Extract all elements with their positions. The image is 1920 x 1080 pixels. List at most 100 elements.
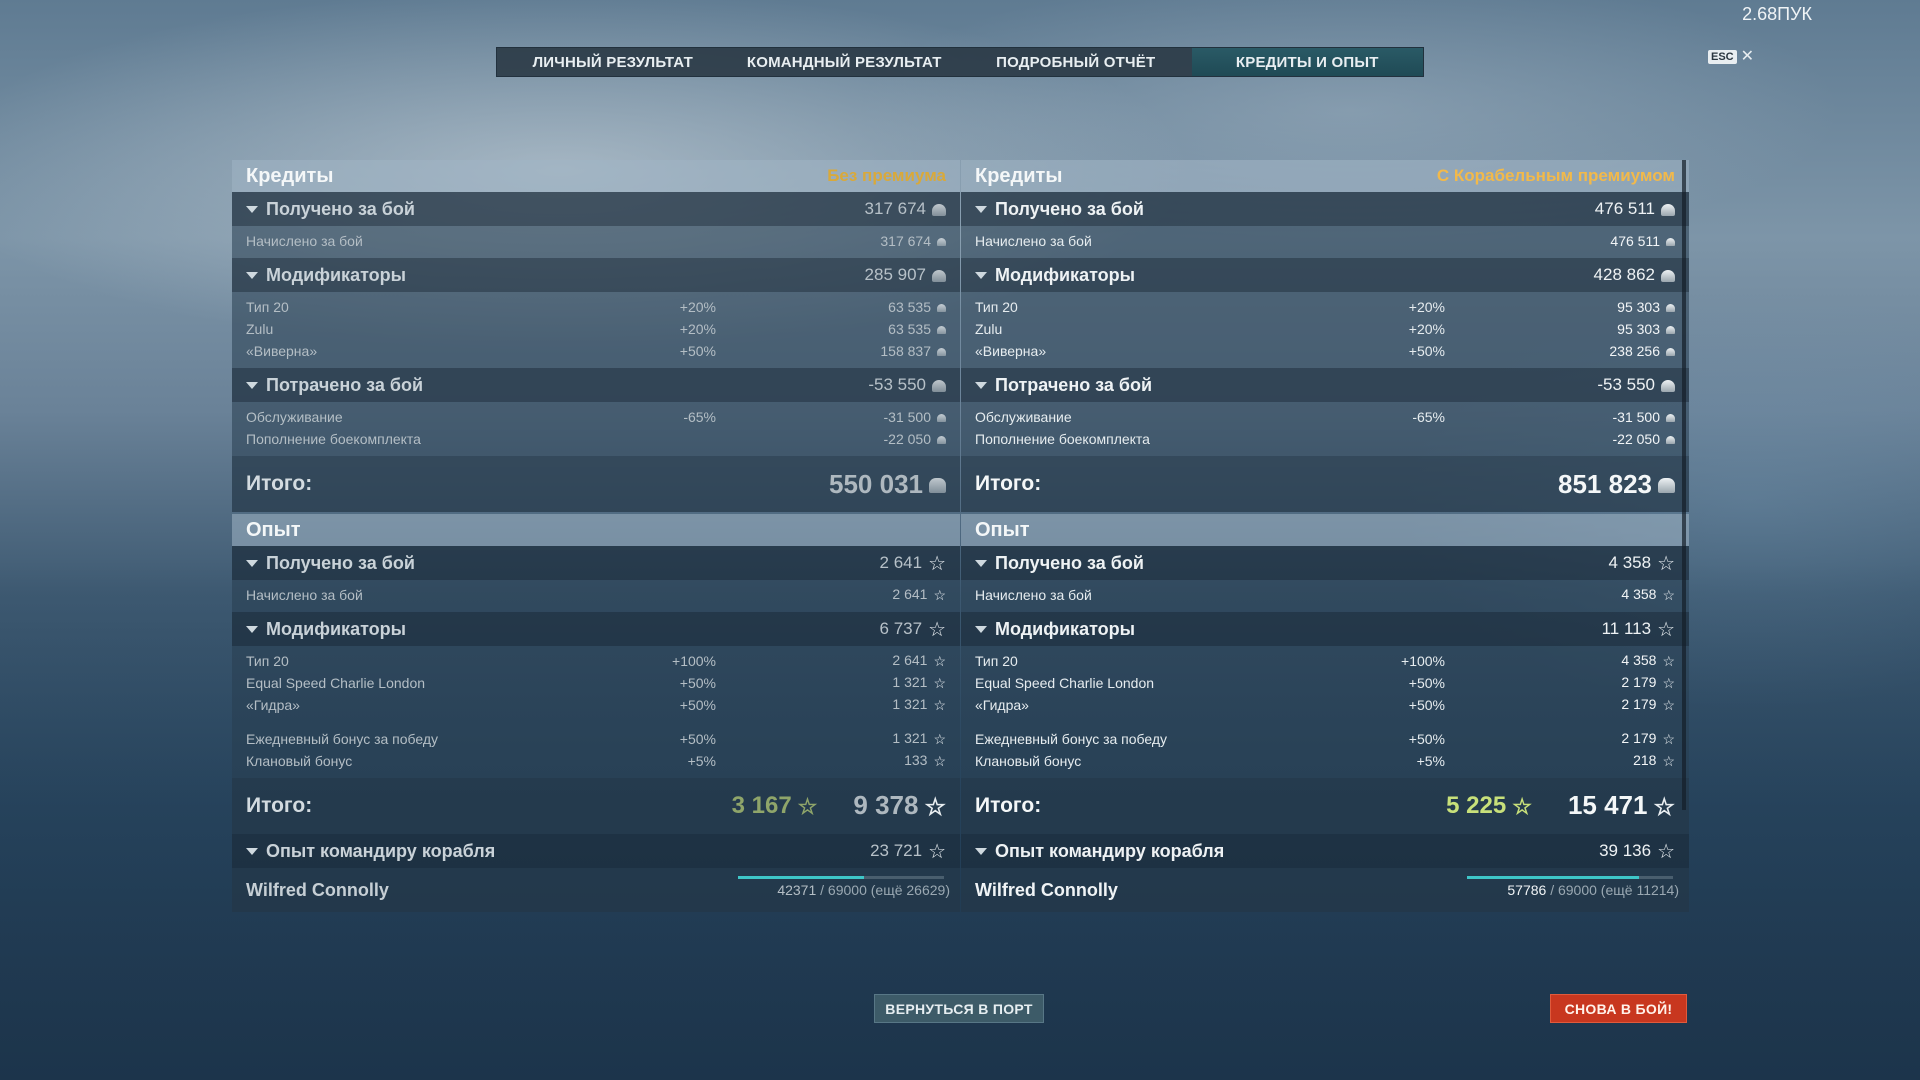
commander-row: Wilfred Connolly 42371 / 69000 (ещё 2662… — [232, 868, 960, 912]
tab-detailed-report[interactable]: ПОДРОБНЫЙ ОТЧЁТ — [960, 48, 1192, 76]
chevron-down-icon — [246, 271, 258, 279]
xp-star-icon: ☆ — [1662, 652, 1675, 669]
tab-credits-and-xp[interactable]: КРЕДИТЫ И ОПЫТ — [1191, 48, 1423, 76]
received-rows: Начислено за бой 476 511 — [961, 226, 1689, 258]
xp-star-icon: ☆ — [928, 840, 946, 863]
commander-name: Wilfred Connolly — [975, 879, 1118, 900]
xp-star-icon: ☆ — [933, 586, 946, 603]
credit-coin-icon — [1661, 203, 1675, 216]
fps-counter: 2.68ПУК — [1742, 4, 1812, 24]
free-xp-total: 3 167 ☆ — [731, 792, 818, 819]
esc-close[interactable]: ESC ✕ — [1708, 49, 1754, 65]
credits-header: Кредиты С Корабельным премиумом — [961, 160, 1689, 192]
group-label: Получено за бой — [266, 198, 415, 219]
list-item: Начислено за бой 476 511 — [961, 230, 1689, 252]
chevron-down-icon — [975, 271, 987, 279]
chevron-down-icon — [975, 205, 987, 213]
xp-star-icon: ☆ — [933, 696, 946, 713]
xp-star-icon: ☆ — [1657, 618, 1675, 641]
credit-coin-icon — [1666, 326, 1675, 335]
group-commander-xp[interactable]: Опыт командиру корабля 23 721 ☆ — [232, 834, 960, 868]
list-item: «Виверна» +50% 238 256 — [961, 340, 1689, 362]
battle-again-button[interactable]: СНОВА В БОЙ! — [1550, 994, 1687, 1023]
spent-rows: Обслуживание -65% -31 500 Пополнение боеко… — [961, 402, 1689, 456]
scrollbar[interactable] — [1682, 160, 1686, 810]
list-item: Пополнение боекомплекта -22 050 — [232, 428, 960, 450]
group-spent[interactable]: Потрачено за бой -53 550 — [232, 368, 960, 402]
credit-coin-icon — [937, 348, 946, 357]
credit-coin-icon — [1658, 478, 1675, 494]
list-item: Начислено за бой 4 358 ☆ — [975, 586, 1675, 603]
credit-coin-icon — [932, 203, 946, 216]
free-xp-total: 5 225 ☆ — [1446, 792, 1532, 819]
group-spent[interactable]: Потрачено за бой -53 550 — [961, 368, 1689, 402]
credit-coin-icon — [937, 414, 946, 423]
credit-coin-icon — [1666, 304, 1675, 313]
return-to-port-button[interactable]: ВЕРНУТЬСЯ В ПОРТ — [874, 994, 1044, 1023]
list-item: Тип 20 +20% 63 535 — [232, 296, 960, 318]
credits-title: Кредиты — [975, 164, 1063, 187]
credit-coin-icon — [937, 436, 946, 445]
group-received[interactable]: Получено за бой 476 511 — [961, 192, 1689, 226]
group-received[interactable]: Получено за бой 317 674 — [232, 192, 960, 226]
credit-coin-icon — [1661, 269, 1675, 282]
credit-coin-icon — [937, 304, 946, 313]
credit-coin-icon — [932, 269, 946, 282]
results-tabs: ЛИЧНЫЙ РЕЗУЛЬТАТ КОМАНДНЫЙ РЕЗУЛЬТАТ ПОД… — [496, 47, 1424, 77]
chevron-down-icon — [975, 847, 987, 855]
group-commander-xp[interactable]: Опыт командиру корабля 39 136 ☆ — [961, 834, 1689, 868]
tab-personal-result[interactable]: ЛИЧНЫЙ РЕЗУЛЬТАТ — [497, 48, 729, 76]
list-item: Zulu +20% 95 303 — [961, 318, 1689, 340]
modifier-rows: Тип 20 +20% 95 303 Zulu +20% 95 303 «Виверна… — [961, 292, 1689, 368]
spent-rows: Обслуживание -65% -31 500 Пополнение боеко… — [232, 402, 960, 456]
credit-coin-icon — [937, 326, 946, 335]
chevron-down-icon — [975, 381, 987, 389]
list-item: Пополнение боекомплекта -22 050 — [961, 428, 1689, 450]
chevron-down-icon — [975, 625, 987, 633]
tab-team-result[interactable]: КОМАНДНЫЙ РЕЗУЛЬТАТ — [729, 48, 961, 76]
received-rows: Начислено за бой 317 674 — [232, 226, 960, 258]
list-item: Обслуживание -65% -31 500 — [961, 406, 1689, 428]
group-modifiers[interactable]: Модификаторы 285 907 — [232, 258, 960, 292]
esc-key-badge: ESC — [1708, 50, 1737, 64]
xp-star-icon: ☆ — [1657, 552, 1675, 575]
list-item: Клановый бонус +5% 133 ☆ — [246, 752, 946, 769]
xp-header: Опыт — [232, 514, 960, 546]
xp-star-icon: ☆ — [933, 674, 946, 691]
list-item: Тип 20 +100% 2 641 ☆ — [246, 652, 946, 669]
xp-star-icon: ☆ — [1662, 752, 1675, 769]
list-item: Тип 20 +20% 95 303 — [961, 296, 1689, 318]
credit-coin-icon — [1666, 414, 1675, 423]
list-item: Ежедневный бонус за победу +50% 2 179 ☆ — [975, 730, 1675, 747]
xp-star-icon: ☆ — [924, 793, 946, 821]
panel-ship-premium: Кредиты С Корабельным премиумом Получено… — [961, 160, 1689, 912]
list-item: «Виверна» +50% 158 837 — [232, 340, 960, 362]
xp-star-icon: ☆ — [933, 730, 946, 747]
xp-star-icon: ☆ — [1662, 696, 1675, 713]
commander-progress-text: 57786 / 69000 (ещё 11214) — [1507, 882, 1679, 898]
chevron-down-icon — [246, 625, 258, 633]
xp-star-icon: ☆ — [1662, 730, 1675, 747]
list-item: Начислено за бой 2 641 ☆ — [246, 586, 946, 603]
xp-star-icon: ☆ — [933, 752, 946, 769]
premium-status: С Корабельным премиумом — [1436, 166, 1675, 185]
xp-star-icon: ☆ — [797, 793, 818, 819]
commander-progress-bar — [738, 876, 944, 879]
credit-coin-icon — [1666, 436, 1675, 445]
credits-total: Итого: 851 823 — [961, 456, 1689, 512]
group-xp-received[interactable]: Получено за бой 2 641 ☆ — [232, 546, 960, 580]
group-xp-modifiers[interactable]: Модификаторы 6 737 ☆ — [232, 612, 960, 646]
list-item: Zulu +20% 63 535 — [232, 318, 960, 340]
chevron-down-icon — [975, 559, 987, 567]
group-modifiers[interactable]: Модификаторы 428 862 — [961, 258, 1689, 292]
group-xp-received[interactable]: Получено за бой 4 358 ☆ — [961, 546, 1689, 580]
xp-star-icon: ☆ — [928, 618, 946, 641]
list-item: Ежедневный бонус за победу +50% 1 321 ☆ — [246, 730, 946, 747]
xp-star-icon: ☆ — [1512, 793, 1532, 819]
group-xp-modifiers[interactable]: Модификаторы 11 113 ☆ — [961, 612, 1689, 646]
credit-coin-icon — [1666, 348, 1675, 357]
group-label: Получено за бой — [995, 198, 1144, 219]
group-value: 317 674 — [865, 199, 946, 219]
xp-header: Опыт — [961, 514, 1689, 546]
chevron-down-icon — [246, 381, 258, 389]
